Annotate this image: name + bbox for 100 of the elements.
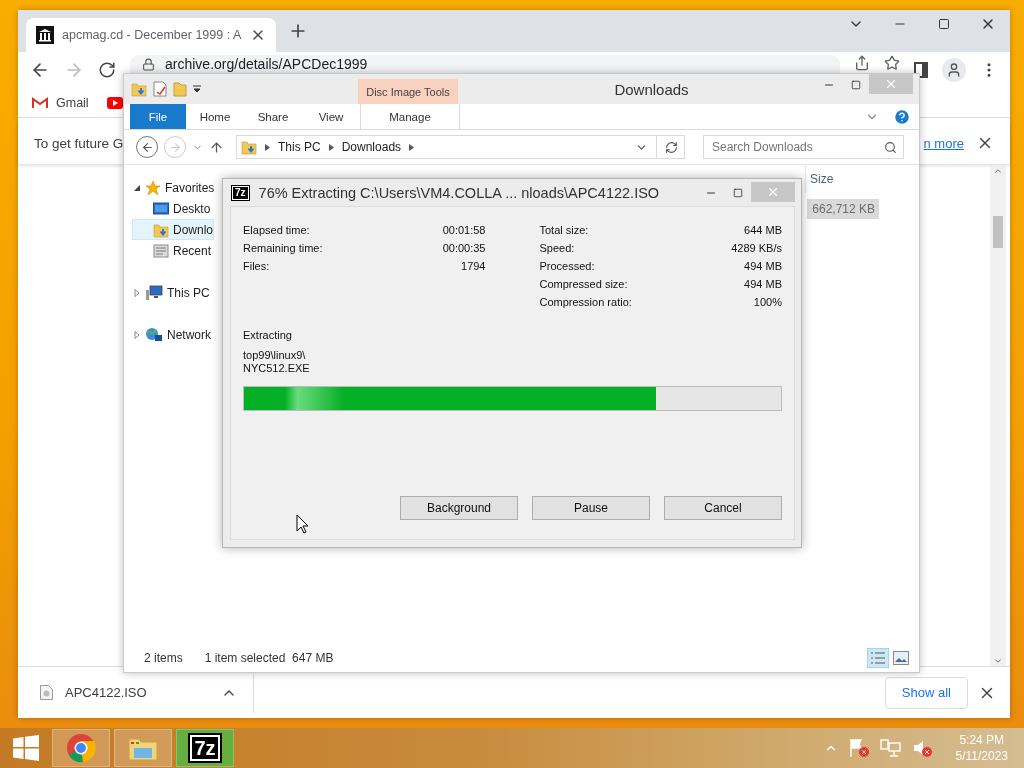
maximize-icon bbox=[850, 80, 861, 90]
back-icon bbox=[140, 140, 154, 154]
recent-places-icon bbox=[153, 242, 169, 259]
mouse-cursor-icon bbox=[296, 514, 309, 534]
ribbon-tab[interactable]: View bbox=[302, 104, 360, 129]
nav-item[interactable]: Deskto bbox=[132, 198, 212, 219]
help-icon[interactable] bbox=[893, 107, 911, 126]
stat-label: Compression ratio: bbox=[539, 296, 632, 310]
forward-icon bbox=[168, 140, 182, 154]
expanded-arrow-icon[interactable] bbox=[133, 183, 141, 192]
status-text: 1 item selected 647 MB bbox=[204, 651, 334, 665]
scroll-up-icon[interactable] bbox=[993, 166, 1003, 176]
star-icon[interactable] bbox=[884, 55, 900, 71]
computer-icon bbox=[145, 284, 163, 301]
refresh-icon[interactable] bbox=[665, 140, 678, 154]
dialog-button[interactable]: Background bbox=[400, 496, 518, 520]
info-bar-text: To get future G bbox=[34, 135, 124, 151]
download-folder-icon bbox=[153, 221, 169, 238]
stat-value: 00:01:58 bbox=[442, 224, 486, 238]
up-icon[interactable] bbox=[209, 139, 224, 155]
file-path: NYC512.EXE bbox=[243, 362, 311, 375]
ribbon-tab[interactable]: File bbox=[130, 104, 186, 129]
mail-icon bbox=[32, 96, 48, 109]
context-tab-header: Disc Image Tools bbox=[358, 79, 458, 104]
network-icon bbox=[145, 326, 163, 343]
ribbon-tab[interactable]: Share bbox=[244, 104, 302, 129]
window-title: Downloads bbox=[613, 80, 690, 98]
column-header[interactable]: Size bbox=[805, 165, 879, 193]
stat-value: 100% bbox=[753, 296, 782, 310]
app-logo: 7z bbox=[190, 735, 220, 761]
stat-value: 494 MB bbox=[744, 260, 782, 274]
chevron-icon[interactable] bbox=[409, 143, 415, 151]
dialog-button[interactable]: Pause bbox=[532, 496, 650, 520]
scroll-down-icon[interactable] bbox=[993, 656, 1003, 666]
stat-value: 00:00:35 bbox=[442, 242, 486, 256]
file-icon bbox=[40, 685, 53, 700]
flag-icon[interactable] bbox=[847, 738, 870, 758]
taskbar-app[interactable] bbox=[52, 729, 110, 767]
properties-icon[interactable] bbox=[153, 81, 167, 97]
file-path: top99\linux9\ bbox=[243, 349, 307, 362]
nav-item[interactable]: Network bbox=[132, 324, 212, 345]
chrome-logo-icon bbox=[66, 733, 96, 763]
scroll-thumb[interactable] bbox=[993, 216, 1003, 248]
ribbon-tab[interactable]: Manage bbox=[360, 104, 460, 129]
building-icon bbox=[36, 26, 54, 44]
bookmark-link[interactable] bbox=[106, 96, 123, 109]
browser-tab[interactable]: apcmag.cd - December 1999 : A bbox=[26, 18, 276, 52]
stat-value: 4289 KB/s bbox=[731, 242, 782, 256]
stat-label: Elapsed time: bbox=[243, 224, 310, 238]
dialog-title: 76% Extracting C:\Users\VM4.COLLA ... nloads\APC4122.ISO bbox=[258, 184, 661, 201]
share-icon[interactable] bbox=[854, 55, 870, 71]
thumbnail-view-icon[interactable] bbox=[893, 651, 909, 665]
taskbar-app[interactable]: 7z bbox=[176, 729, 234, 767]
table-cell: 662,712 KB bbox=[807, 199, 879, 219]
desktop-icon bbox=[153, 201, 169, 216]
ribbon-tab[interactable]: Home bbox=[186, 104, 244, 129]
stat-value: 494 MB bbox=[744, 278, 782, 292]
stat-label: Processed: bbox=[539, 260, 595, 274]
stat-value: 1794 bbox=[461, 260, 486, 274]
nav-item[interactable]: Favorites bbox=[132, 177, 216, 198]
download-folder-icon bbox=[131, 81, 147, 97]
stat-value: 644 MB bbox=[744, 224, 782, 238]
chevron-icon[interactable] bbox=[265, 143, 270, 151]
reload-icon[interactable] bbox=[98, 61, 116, 79]
collapsed-arrow-icon[interactable] bbox=[133, 288, 141, 297]
back-button[interactable] bbox=[136, 136, 158, 158]
nav-item[interactable]: Recent bbox=[132, 240, 213, 261]
stat-label: Remaining time: bbox=[243, 242, 323, 256]
speaker-muted-icon[interactable] bbox=[911, 738, 934, 758]
stat-label: Compressed size: bbox=[539, 278, 628, 292]
stat-label: Total size: bbox=[539, 224, 589, 238]
collapsed-arrow-icon[interactable] bbox=[133, 330, 141, 339]
details-view-icon[interactable] bbox=[867, 648, 889, 668]
close-icon bbox=[884, 77, 898, 91]
address-field[interactable]: This PC Downloads bbox=[236, 135, 685, 159]
stat-label: Speed: bbox=[539, 242, 575, 256]
scrollbar[interactable] bbox=[990, 166, 1006, 666]
app-logo: 7z bbox=[232, 185, 249, 200]
maximize-icon bbox=[732, 187, 743, 198]
side-panel-icon[interactable] bbox=[914, 62, 928, 78]
nav-item[interactable]: This PC bbox=[132, 282, 211, 303]
lock-icon bbox=[142, 57, 155, 71]
search-icon bbox=[884, 140, 897, 154]
stat-label: Files: bbox=[243, 260, 270, 274]
status-text: 2 items bbox=[144, 651, 183, 665]
chevron-icon[interactable] bbox=[328, 143, 334, 151]
star-icon bbox=[145, 179, 161, 196]
dropdown-icon[interactable] bbox=[193, 85, 201, 93]
action-label: Extracting bbox=[243, 329, 293, 341]
search-field[interactable]: Search Downloads bbox=[703, 135, 904, 159]
bookmark-link[interactable]: Gmail bbox=[32, 95, 89, 110]
address-bar[interactable]: archive.org/details/APCDec1999 bbox=[130, 55, 840, 73]
maximize-icon bbox=[938, 18, 950, 30]
nav-item[interactable]: Downlo bbox=[132, 219, 215, 240]
dialog-button[interactable]: Cancel bbox=[664, 496, 782, 520]
learn-more-link[interactable]: n more bbox=[923, 135, 964, 151]
download-folder-icon bbox=[241, 139, 257, 155]
profile-avatar[interactable] bbox=[942, 58, 966, 82]
show-all-button[interactable]: Show all bbox=[884, 676, 968, 709]
folder-icon bbox=[128, 735, 158, 761]
